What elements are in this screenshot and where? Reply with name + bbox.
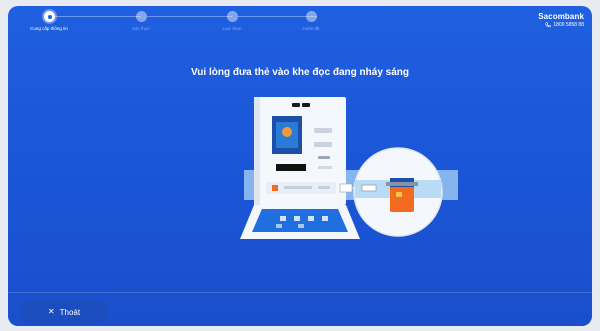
card-insert-illustration (240, 97, 458, 239)
footer-divider (8, 292, 592, 293)
base-icon (276, 224, 282, 228)
base-icon (322, 216, 328, 221)
kiosk-reader-slot (318, 186, 330, 189)
exit-label: Thoát (59, 307, 81, 317)
kiosk-camera (292, 103, 300, 107)
kiosk-top-screen-figure (282, 127, 292, 137)
base-icon (294, 216, 300, 221)
base-icon (308, 216, 314, 221)
zoom-pointer-box (339, 183, 353, 193)
kiosk-slot (314, 128, 332, 133)
base-icon (280, 216, 286, 221)
kiosk-tower-shade (254, 97, 260, 205)
kiosk-keypad-display (276, 164, 306, 171)
kiosk-slot (318, 156, 330, 159)
zoom-slot (361, 184, 377, 192)
kiosk-camera (302, 103, 310, 107)
kiosk-slot (314, 142, 332, 147)
kiosk-keypad-display (318, 166, 332, 169)
exit-button[interactable]: ✕ Thoát (20, 300, 108, 324)
zoom-slot-lip (386, 182, 418, 186)
kiosk-reader-slot (284, 186, 312, 189)
kiosk-reader-slot (272, 185, 278, 191)
kiosk-screen: Cung cấp thông tin Xác thực Lựa chọn Hoà… (8, 6, 592, 326)
base-icon (298, 224, 304, 228)
card-chip (396, 192, 402, 197)
close-icon: ✕ (47, 307, 55, 316)
